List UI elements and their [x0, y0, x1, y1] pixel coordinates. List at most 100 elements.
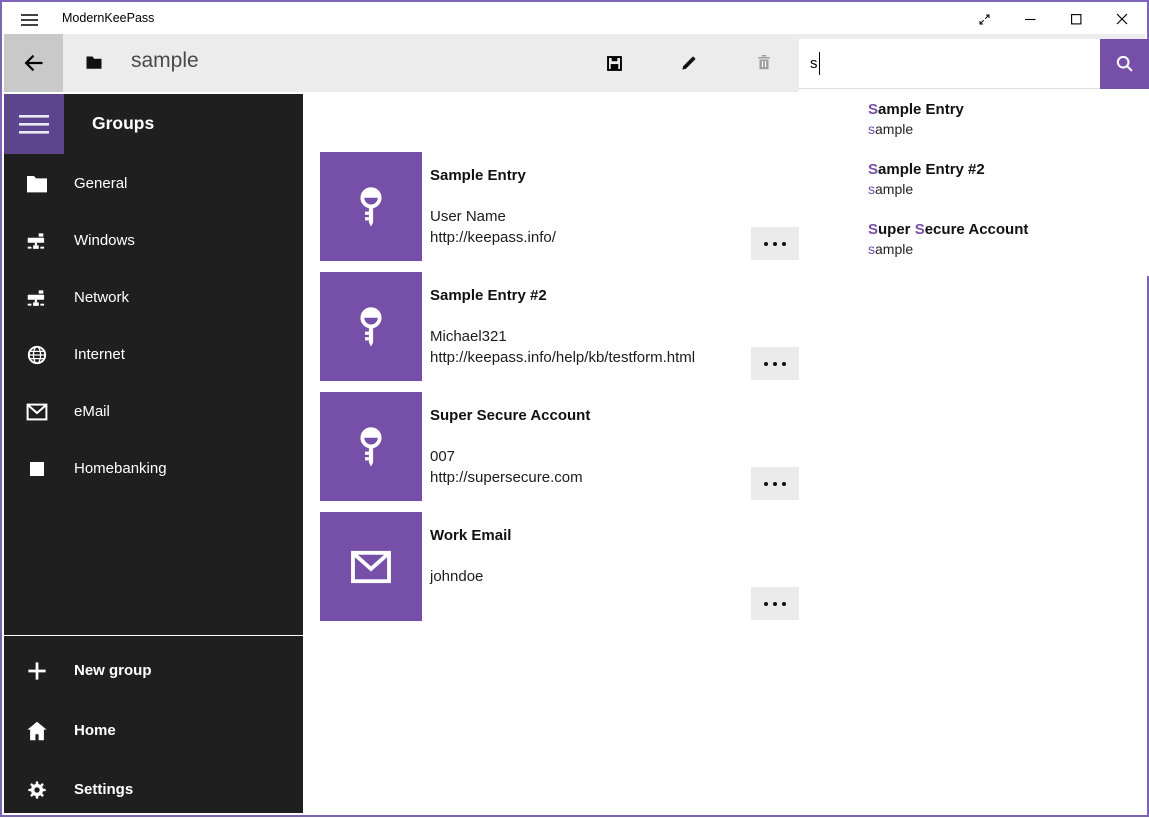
pencil-icon: [679, 53, 699, 73]
suggestion-title: Super Secure Account: [868, 220, 1149, 239]
suggestion-subtitle: sample: [868, 179, 1149, 199]
ellipsis-icon: [764, 242, 768, 246]
sidebar-item-label: Windows: [74, 232, 135, 249]
nav-pane-toggle-button[interactable]: [4, 94, 64, 154]
suggestion-subtitle: sample: [868, 119, 1149, 139]
sidebar-item-label: Internet: [74, 346, 125, 363]
titlebar: ModernKeePass: [4, 4, 1145, 34]
titlebar-menu-button[interactable]: [15, 8, 43, 31]
mail-icon: [24, 402, 50, 422]
sidebar-item-internet[interactable]: Internet: [4, 326, 303, 383]
sidebar-item-label: Home: [74, 722, 116, 739]
entry-username: 007: [430, 448, 455, 465]
entry-tile: [320, 152, 422, 261]
entry-username: Michael321: [430, 328, 507, 345]
sidebar-item-label: Network: [74, 289, 129, 306]
sidebar-item-label: eMail: [74, 403, 110, 420]
key-icon: [348, 184, 394, 230]
entry-row[interactable]: Work Email johndoe: [320, 512, 800, 621]
minimize-button[interactable]: [1007, 4, 1053, 34]
home-icon: [24, 720, 50, 742]
search-button[interactable]: [1100, 39, 1149, 89]
network-icon: [24, 287, 50, 309]
save-icon: [605, 54, 624, 73]
entry-title: Super Secure Account: [430, 407, 590, 424]
gear-icon: [24, 778, 50, 802]
more-button[interactable]: [751, 347, 799, 380]
search-input[interactable]: s: [799, 39, 1100, 89]
suggestion-title: Sample Entry: [868, 100, 1149, 119]
mail-icon: [348, 547, 394, 587]
sidebar-item-label: Homebanking: [74, 460, 167, 477]
entry-tile: [320, 272, 422, 381]
hamburger-icon: [20, 13, 39, 27]
plus-icon: [24, 659, 50, 683]
entry-row[interactable]: Sample Entry #2 Michael321 http://keepas…: [320, 272, 800, 381]
pane-title: Groups: [92, 113, 154, 134]
pane-divider: [4, 635, 303, 636]
sidebar-item-homebanking[interactable]: Homebanking: [4, 440, 303, 497]
sidebar-item-settings[interactable]: Settings: [4, 761, 303, 818]
fullscreen-button[interactable]: [961, 4, 1007, 34]
save-button[interactable]: [590, 39, 638, 87]
sidebar-item-network[interactable]: Network: [4, 269, 303, 326]
fullscreen-icon: [977, 12, 992, 27]
close-button[interactable]: [1099, 4, 1145, 34]
hamburger-icon: [19, 115, 49, 134]
app-title: ModernKeePass: [62, 11, 154, 25]
entry-url: http://keepass.info/help/kb/testform.htm…: [430, 349, 695, 366]
more-button[interactable]: [751, 587, 799, 620]
text-caret: [819, 52, 821, 75]
entry-username: User Name: [430, 208, 506, 225]
database-folder-icon: [85, 54, 103, 75]
ellipsis-icon: [764, 482, 768, 486]
sidebar-item-new-group[interactable]: New group: [4, 642, 303, 699]
entry-row[interactable]: Sample Entry User Name http://keepass.in…: [320, 152, 800, 261]
key-icon: [348, 424, 394, 470]
entry-url: http://keepass.info/: [430, 229, 556, 246]
sidebar-item-email[interactable]: eMail: [4, 383, 303, 440]
navigation-pane: Groups General Windows: [4, 94, 303, 813]
search-suggestion[interactable]: Super Secure Account sample: [868, 220, 1149, 259]
entry-username: johndoe: [430, 568, 483, 585]
database-title: sample: [131, 49, 199, 73]
delete-button[interactable]: [740, 39, 788, 87]
search-suggestion[interactable]: Sample Entry sample: [868, 100, 1149, 139]
back-button[interactable]: [4, 34, 63, 92]
entry-tile: [320, 392, 422, 501]
search-query-text: s: [810, 55, 818, 72]
globe-icon: [24, 343, 50, 367]
sidebar-item-windows[interactable]: Windows: [4, 212, 303, 269]
sidebar-item-general[interactable]: General: [4, 155, 303, 212]
folder-icon: [24, 174, 50, 194]
back-arrow-icon: [20, 51, 47, 75]
search-icon: [1114, 53, 1136, 75]
window-controls: [961, 4, 1145, 34]
trash-icon: [754, 53, 774, 73]
ellipsis-icon: [764, 362, 768, 366]
close-icon: [1116, 13, 1128, 25]
network-icon: [24, 230, 50, 252]
search-suggestions-panel: Sample Entry sample Sample Entry #2 samp…: [799, 89, 1149, 276]
app-window: ModernKeePass: [0, 0, 1149, 817]
maximize-icon: [1071, 14, 1082, 25]
entry-title: Sample Entry: [430, 167, 526, 184]
entry-title: Sample Entry #2: [430, 287, 547, 304]
key-icon: [348, 304, 394, 350]
more-button[interactable]: [751, 227, 799, 260]
more-button[interactable]: [751, 467, 799, 500]
entry-row[interactable]: Super Secure Account 007 http://supersec…: [320, 392, 800, 501]
suggestion-subtitle: sample: [868, 239, 1149, 259]
entry-tile: [320, 512, 422, 621]
ellipsis-icon: [764, 602, 768, 606]
minimize-icon: [1025, 14, 1036, 25]
square-icon: [24, 459, 50, 479]
search-suggestion[interactable]: Sample Entry #2 sample: [868, 160, 1149, 199]
sidebar-item-label: New group: [74, 662, 152, 679]
entry-url: http://supersecure.com: [430, 469, 583, 486]
entry-title: Work Email: [430, 527, 511, 544]
maximize-button[interactable]: [1053, 4, 1099, 34]
suggestion-title: Sample Entry #2: [868, 160, 1149, 179]
sidebar-item-home[interactable]: Home: [4, 702, 303, 759]
edit-button[interactable]: [665, 39, 713, 87]
